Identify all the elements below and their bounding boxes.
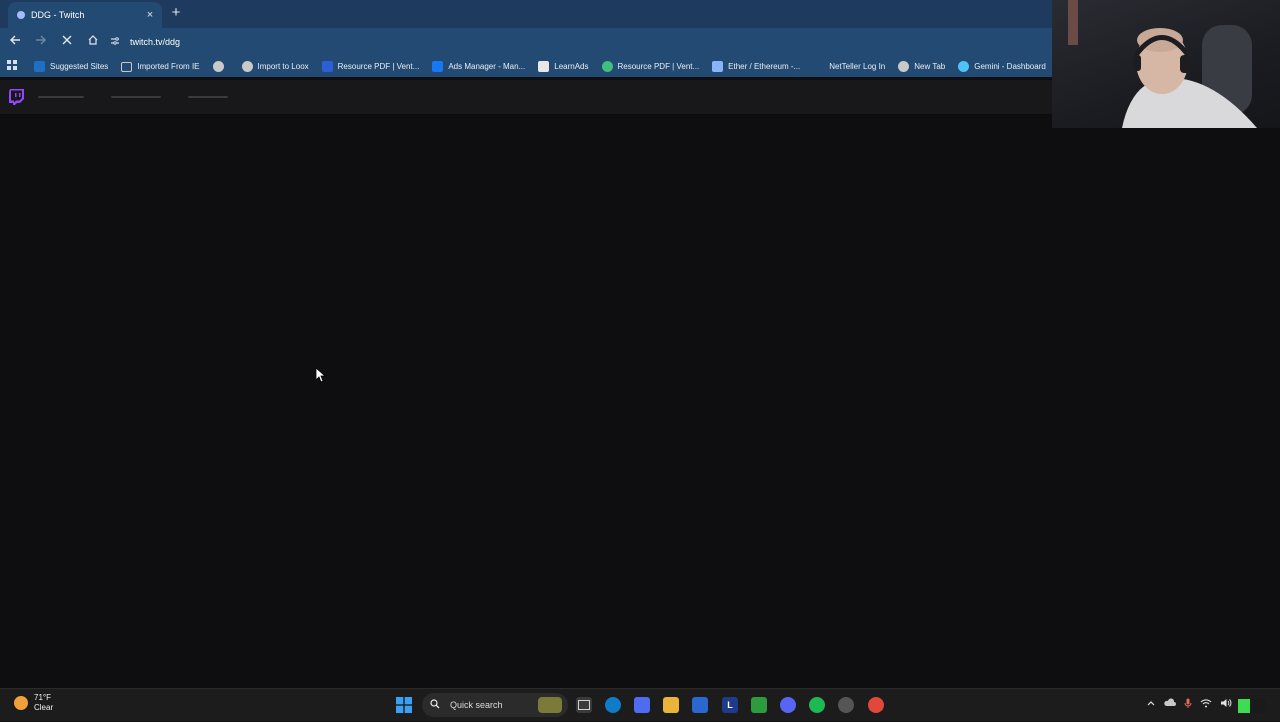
v-icon xyxy=(321,61,333,72)
circle-icon xyxy=(601,61,613,72)
twitch-top-nav xyxy=(0,80,1052,115)
bookmark-label: LearnAds xyxy=(554,62,589,71)
globe-icon xyxy=(241,61,253,72)
weather-widget[interactable]: 71°F Clear xyxy=(14,693,53,713)
apps-grid-icon[interactable] xyxy=(7,59,18,74)
url-text: twitch.tv/ddg xyxy=(130,37,181,47)
stop-loading-icon[interactable] xyxy=(56,31,78,53)
bookmark-label: Gemini - Dashboard xyxy=(974,62,1046,71)
nav-skeleton-browse xyxy=(111,96,161,98)
volume-icon[interactable] xyxy=(1220,698,1232,711)
onedrive-icon[interactable] xyxy=(1164,698,1176,711)
task-view-icon[interactable] xyxy=(576,697,592,713)
bookmark-item[interactable]: New Tab xyxy=(898,61,945,72)
bookmark-item[interactable]: LearnAds xyxy=(538,61,589,72)
ie-icon xyxy=(34,61,45,72)
back-icon[interactable] xyxy=(4,31,26,53)
bookmark-item[interactable]: Suggested Sites xyxy=(34,61,108,72)
bookmark-label: New Tab xyxy=(914,62,946,71)
discord-icon[interactable] xyxy=(780,697,796,713)
search-placeholder: Quick search xyxy=(450,700,503,710)
bookmark-label: Import to Loox xyxy=(257,62,309,71)
bookmark-item[interactable]: Resource PDF | Vent... xyxy=(601,61,700,72)
windows-taskbar: 71°F Clear Quick search L xyxy=(0,688,1280,721)
bookmark-label: Imported From IE xyxy=(137,62,200,71)
bookmark-item[interactable]: Imported From IE xyxy=(121,61,200,72)
chrome-icon[interactable] xyxy=(868,697,884,713)
blank-icon xyxy=(813,61,825,72)
new-tab-button[interactable]: + xyxy=(168,4,184,22)
microsoft-store-icon[interactable] xyxy=(692,697,708,713)
site-info-icon[interactable] xyxy=(110,36,126,48)
bookmark-label: Ether / Ethereum -... xyxy=(728,62,801,71)
nav-skeleton-more xyxy=(188,96,228,98)
bookmark-label: NetTeller Log In xyxy=(829,62,886,71)
system-tray xyxy=(1146,698,1232,711)
l-app-icon[interactable]: L xyxy=(722,697,738,713)
app-icon[interactable] xyxy=(838,697,854,713)
nav-skeleton-following xyxy=(38,96,84,98)
bookmark-label: Resource PDF | Vent... xyxy=(337,62,420,71)
bookmark-label: Ads Manager - Man... xyxy=(448,62,526,71)
taskbar-search-box[interactable]: Quick search xyxy=(422,693,568,717)
weather-sun-icon xyxy=(14,696,28,710)
close-tab-icon[interactable]: × xyxy=(143,9,157,21)
twitch-page-loading xyxy=(0,115,1280,688)
tab-title: DDG - Twitch xyxy=(31,10,85,20)
show-hidden-icons-icon[interactable] xyxy=(1146,698,1156,711)
clock-overlay-logo xyxy=(1238,699,1266,713)
twitch-favicon xyxy=(17,11,25,19)
windows-start-icon[interactable] xyxy=(396,697,412,713)
globe-icon xyxy=(898,61,910,72)
spotify-icon[interactable] xyxy=(809,697,825,713)
webcam-overlay xyxy=(1052,0,1280,128)
bookmark-item[interactable]: NetTeller Log In xyxy=(813,61,885,72)
weather-condition: Clear xyxy=(34,703,54,712)
bookmark-item[interactable]: Ether / Ethereum -... xyxy=(712,61,800,72)
search-icon xyxy=(430,698,444,712)
file-explorer-icon[interactable] xyxy=(663,697,679,713)
bookmark-label: Suggested Sites xyxy=(50,62,109,71)
meta-icon xyxy=(432,61,444,72)
weather-temperature: 71°F xyxy=(34,693,51,702)
a-icon xyxy=(538,61,550,72)
home-icon[interactable] xyxy=(82,31,104,53)
address-bar[interactable]: twitch.tv/ddg xyxy=(104,31,1044,53)
gemini-icon xyxy=(958,61,970,72)
search-highlight-image xyxy=(538,697,562,713)
folder-icon xyxy=(121,61,133,72)
streamer-webcam-image xyxy=(1068,0,1257,128)
xbox-icon[interactable] xyxy=(751,697,767,713)
bookmark-item[interactable]: Gemini - Dashboard xyxy=(958,61,1046,72)
bookmark-item[interactable]: Import to Loox xyxy=(241,61,309,72)
bookmark-item[interactable]: Ads Manager - Man... xyxy=(432,61,525,72)
bookmark-item[interactable]: Resource PDF | Vent... xyxy=(321,61,420,72)
copilot-icon[interactable] xyxy=(634,697,650,713)
mouse-cursor-icon xyxy=(316,368,326,383)
taskbar-clock-area[interactable] xyxy=(1234,693,1274,717)
wifi-icon[interactable] xyxy=(1200,698,1212,711)
globe-icon xyxy=(212,61,224,72)
browser-toolbar: twitch.tv/ddg xyxy=(0,28,1052,56)
twitch-logo-icon[interactable] xyxy=(9,89,24,105)
tab-strip: DDG - Twitch × + xyxy=(0,0,1052,28)
microphone-icon[interactable] xyxy=(1184,698,1192,711)
bookmarks-bar: Suggested Sites Imported From IE Import to… xyxy=(0,56,1052,77)
bookmark-label: Resource PDF | Vent... xyxy=(617,62,700,71)
edge-browser-icon[interactable] xyxy=(605,697,621,713)
bookmark-item[interactable] xyxy=(212,61,229,72)
forward-icon[interactable] xyxy=(30,31,52,53)
eth-icon xyxy=(712,61,724,72)
tab-twitch[interactable]: DDG - Twitch × xyxy=(8,2,162,28)
